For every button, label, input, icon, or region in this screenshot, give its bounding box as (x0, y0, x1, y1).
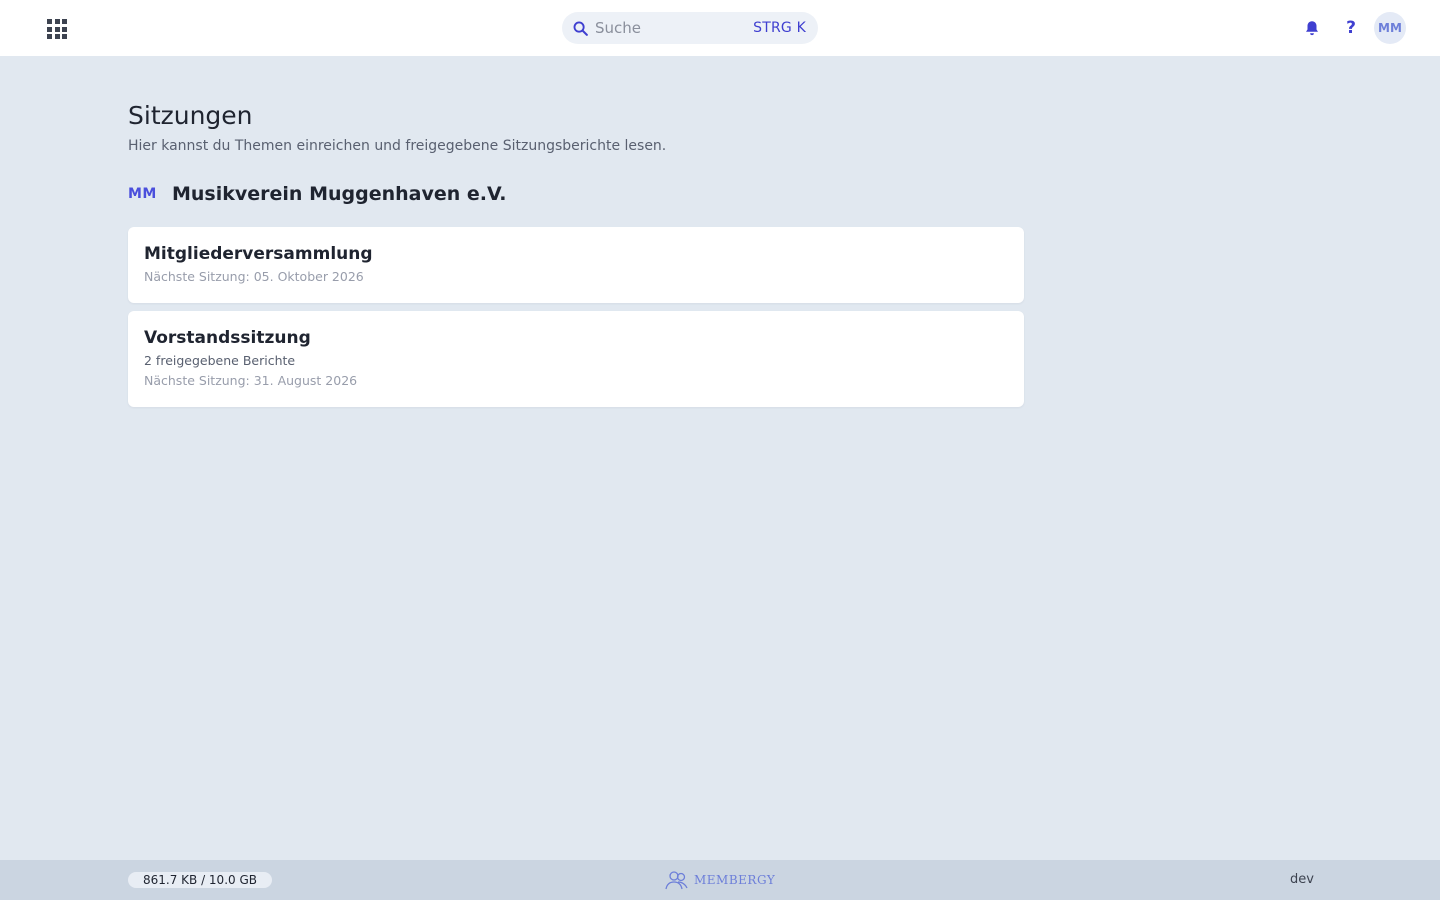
session-title: Mitgliederversammlung (144, 244, 373, 264)
search-input[interactable] (595, 19, 745, 37)
session-card-vorstandssitzung[interactable]: Vorstandssitzung 2 freigegebene Berichte… (128, 311, 1024, 407)
environment-label: dev (1290, 872, 1314, 887)
page-subtitle: Hier kannst du Themen einreichen und fre… (128, 138, 667, 154)
session-reports-count: 2 freigegebene Berichte (144, 353, 296, 368)
avatar[interactable]: MM (1374, 12, 1406, 44)
help-button[interactable]: ? (1342, 16, 1360, 40)
organization-header: MM Musikverein Muggenhaven e.V. (128, 180, 506, 208)
bell-icon[interactable] (1303, 19, 1321, 37)
footer: 861.7 KB / 10.0 GB MEMBERGY dev (0, 860, 1440, 900)
organization-name: Musikverein Muggenhaven e.V. (172, 183, 507, 205)
search-icon (573, 21, 588, 36)
apps-grid-icon[interactable] (44, 16, 68, 40)
storage-usage-badge: 861.7 KB / 10.0 GB (128, 872, 272, 888)
top-bar: STRG K ? MM (0, 0, 1440, 56)
brand-logo[interactable]: MEMBERGY (664, 870, 775, 890)
brand-name: MEMBERGY (694, 873, 776, 887)
session-next-date: Nächste Sitzung: 31. August 2026 (144, 373, 358, 388)
session-next-date: Nächste Sitzung: 05. Oktober 2026 (144, 269, 364, 284)
membergy-logo-icon (665, 871, 688, 890)
search-bar[interactable]: STRG K (562, 12, 818, 44)
search-shortcut-hint: STRG K (753, 20, 806, 36)
page-title: Sitzungen (128, 101, 253, 130)
session-card-mitgliederversammlung[interactable]: Mitgliederversammlung Nächste Sitzung: 0… (128, 227, 1024, 303)
organization-logo: MM (128, 186, 157, 202)
session-title: Vorstandssitzung (144, 328, 311, 348)
